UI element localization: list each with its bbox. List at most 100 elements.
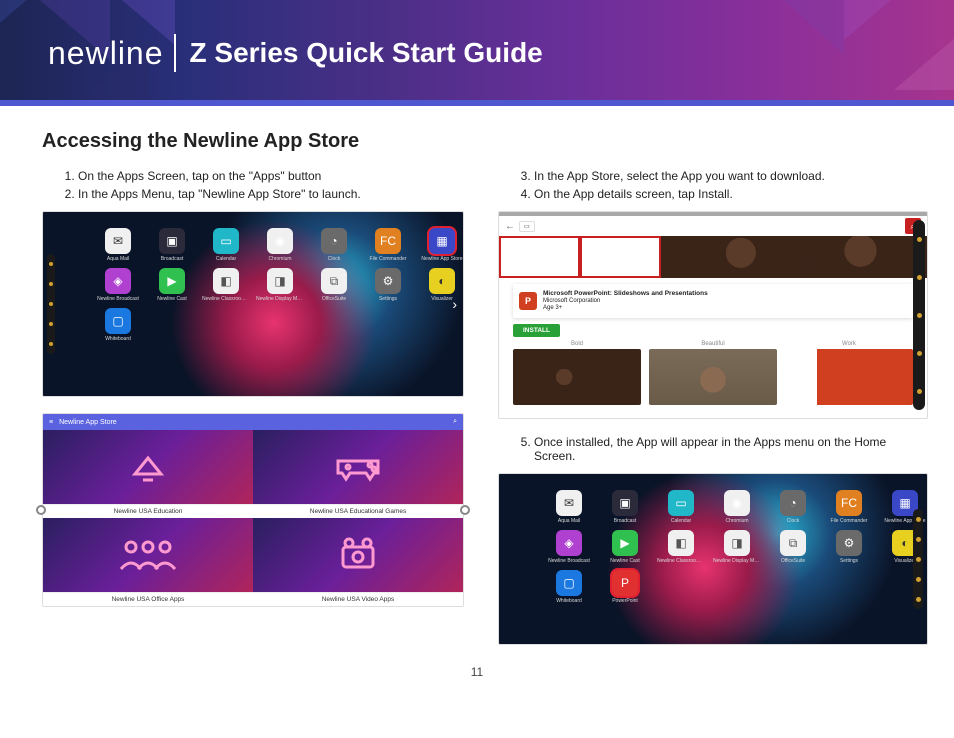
step-item: In the Apps Menu, tap "Newline App Store… — [78, 187, 464, 201]
mail-icon: ✉ — [105, 228, 131, 254]
settings-icon: ⚙ — [375, 268, 401, 294]
classroom-icon: ◧ — [213, 268, 239, 294]
right-column: In the App Store, select the App you wan… — [498, 169, 928, 661]
screenshot-apps-after-install: ✉Aqua Mail ▣Broadcast ▭Calendar ◉Chromiu… — [498, 473, 928, 645]
app-tile[interactable]: ◉Chromium — [259, 228, 301, 262]
app-tile[interactable]: ◨Newline Display Manager — [715, 530, 759, 564]
header-underline — [0, 100, 954, 106]
mail-icon: ✉ — [556, 490, 582, 516]
back-arrow-icon[interactable]: ← — [505, 221, 515, 232]
search-icon[interactable]: ⌕ — [453, 418, 457, 426]
category-label: Newline USA Video Apps — [253, 592, 463, 606]
step-item: In the App Store, select the App you wan… — [534, 169, 928, 183]
breadcrumb-tab[interactable]: ▭ — [519, 221, 535, 232]
calendar-icon: ▭ — [213, 228, 239, 254]
app-tile[interactable]: ⚙Settings — [827, 530, 871, 564]
app-tile-highlight[interactable]: PPowerPoint — [603, 570, 647, 604]
app-tile[interactable]: ▣Broadcast — [151, 228, 193, 262]
document-title: Z Series Quick Start Guide — [190, 37, 543, 69]
install-button[interactable]: INSTALL — [513, 324, 560, 337]
app-tile[interactable]: ✉Aqua Mail — [547, 490, 591, 524]
app-tile[interactable]: ▶Newline Cast — [151, 268, 193, 302]
chromium-icon: ◉ — [724, 490, 750, 516]
step-item: On the Apps Screen, tap on the "Apps" bu… — [78, 169, 464, 183]
expand-arrow-icon[interactable]: › — [452, 296, 457, 312]
gallery-thumb[interactable] — [513, 349, 641, 405]
broadcast-icon: ▣ — [612, 490, 638, 516]
appstore-header: ≡ Newline App Store ⌕ — [43, 414, 463, 430]
app-tile[interactable]: ▢Whiteboard — [547, 570, 591, 604]
category-label: Newline USA Educational Games — [253, 504, 463, 518]
visualizer-icon: ◐ — [429, 268, 455, 294]
app-card: P Microsoft PowerPoint: Slideshows and P… — [513, 284, 913, 318]
clock-icon: ◔ — [321, 228, 347, 254]
left-column: On the Apps Screen, tap on the "Apps" bu… — [42, 169, 464, 661]
whiteboard-icon: ▢ — [556, 570, 582, 596]
clock-icon: ◔ — [780, 490, 806, 516]
app-tile[interactable]: ▭Calendar — [205, 228, 247, 262]
app-tile[interactable]: ◉Chromium — [715, 490, 759, 524]
appstore-icon: ▦ — [429, 228, 455, 254]
app-tile[interactable]: ▶Newline Cast — [603, 530, 647, 564]
cast-icon: ▶ — [159, 268, 185, 294]
calendar-icon: ▭ — [668, 490, 694, 516]
app-tile[interactable]: ▣Broadcast — [603, 490, 647, 524]
steps-3: Once installed, the App will appear in t… — [534, 435, 928, 463]
app-tile[interactable]: ▢Whiteboard — [97, 308, 139, 342]
filecommander-icon: FC — [836, 490, 862, 516]
app-tile[interactable]: ◈Newline Broadcast — [547, 530, 591, 564]
gallery-thumb[interactable] — [649, 349, 777, 405]
app-tile[interactable]: ◈Newline Broadcast — [97, 268, 139, 302]
steps-1: On the Apps Screen, tap on the "Apps" bu… — [78, 169, 464, 201]
screenshot-apps-grid: › ✉Aqua Mail ▣Broadcast ▭Calendar ◉Chrom… — [42, 211, 464, 397]
app-tile[interactable]: ⧉OfficeSuite — [771, 530, 815, 564]
gallery-label: Beautiful — [649, 341, 777, 347]
header-banner: newline Z Series Quick Start Guide — [0, 0, 954, 106]
chromium-icon: ◉ — [267, 228, 293, 254]
app-tile-highlight[interactable]: ▦Newline App Store — [421, 228, 463, 262]
broadcast2-icon: ◈ — [556, 530, 582, 556]
gallery-thumb[interactable] — [785, 349, 913, 405]
category-label: Newline USA Education — [43, 504, 253, 518]
steps-2: In the App Store, select the App you wan… — [534, 169, 928, 201]
category-tile[interactable]: Newline USA Educational Games — [253, 430, 463, 518]
category-label: Newline USA Office Apps — [43, 592, 253, 606]
category-tile[interactable]: Newline USA Office Apps — [43, 518, 253, 606]
displaymgr-icon: ◨ — [724, 530, 750, 556]
app-tile[interactable]: ⧉OfficeSuite — [313, 268, 355, 302]
category-tile[interactable]: Newline USA Education — [43, 430, 253, 518]
app-tile[interactable]: ⚙Settings — [367, 268, 409, 302]
header-divider — [174, 34, 176, 72]
category-tile[interactable]: Newline USA Video Apps — [253, 518, 463, 606]
side-toolbar[interactable] — [913, 220, 925, 410]
broadcast2-icon: ◈ — [105, 268, 131, 294]
app-tile[interactable]: ◨Newline Display Manager — [259, 268, 301, 302]
app-tile[interactable]: ◧Newline Classroom Tools — [659, 530, 703, 564]
step-item: On the App details screen, tap Install. — [534, 187, 928, 201]
app-tile[interactable]: ✉Aqua Mail — [97, 228, 139, 262]
displaymgr-icon: ◨ — [267, 268, 293, 294]
app-tile[interactable]: ◧Newline Classroom Tools — [205, 268, 247, 302]
cast-icon: ▶ — [612, 530, 638, 556]
classroom-icon: ◧ — [668, 530, 694, 556]
resize-handle-right[interactable] — [460, 505, 470, 515]
side-toolbar[interactable] — [47, 254, 55, 354]
gallery-label: Bold — [513, 341, 641, 347]
resize-handle-left[interactable] — [36, 505, 46, 515]
app-tile[interactable]: FCFile Commander — [827, 490, 871, 524]
app-tile[interactable]: ▭Calendar — [659, 490, 703, 524]
section-title: Accessing the Newline App Store — [42, 130, 912, 153]
whiteboard-icon: ▢ — [105, 308, 131, 334]
app-age-rating: Age 3+ — [543, 305, 708, 312]
step-item: Once installed, the App will appear in t… — [534, 435, 928, 463]
app-publisher: Microsoft Corporation — [543, 298, 708, 305]
app-tile[interactable]: ◔Clock — [771, 490, 815, 524]
app-tile[interactable]: ◔Clock — [313, 228, 355, 262]
app-tile[interactable]: FCFile Commander — [367, 228, 409, 262]
screenshot-app-store: ≡ Newline App Store ⌕ Newline USA Educat… — [42, 413, 464, 607]
menu-icon[interactable]: ≡ — [49, 419, 53, 426]
page-number: 11 — [42, 665, 912, 679]
app-title: Microsoft PowerPoint: Slideshows and Pre… — [543, 290, 708, 298]
filecommander-icon: FC — [375, 228, 401, 254]
side-toolbar[interactable] — [913, 509, 923, 609]
